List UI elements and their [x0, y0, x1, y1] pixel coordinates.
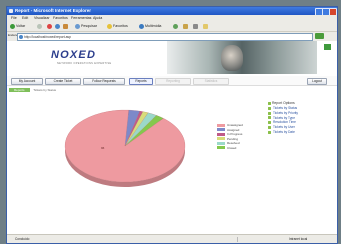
legend-swatch — [217, 137, 225, 141]
status-text: Concluído — [15, 237, 30, 241]
bullet-icon — [268, 106, 271, 110]
panel-icon — [268, 101, 271, 105]
legend-swatch — [217, 141, 225, 145]
go-button[interactable] — [315, 33, 324, 39]
breadcrumb-active[interactable]: Reports — [9, 88, 30, 92]
legend-label: Resolved — [227, 141, 240, 145]
legend-label: Pending — [227, 136, 239, 141]
refresh-button[interactable] — [55, 23, 60, 29]
folder-icon — [203, 23, 208, 29]
report-option-label: Tickets by User — [273, 125, 295, 130]
breadcrumb-sub: Tickets by Status — [33, 88, 57, 92]
edit-button[interactable] — [203, 23, 208, 29]
legend-label: Unassigned — [227, 123, 243, 127]
bullet-icon — [268, 125, 271, 129]
browser-window: Report - Microsoft Internet Explorer Fil… — [6, 6, 338, 244]
media-button[interactable]: Multimídia — [139, 23, 161, 29]
site-banner: NOXED NETWORK OPERATIONS EXPERTISE — [7, 41, 337, 74]
banner-photo — [167, 41, 317, 74]
page-content: NOXED NETWORK OPERATIONS EXPERTISE My Ac… — [7, 41, 337, 235]
stop-icon — [47, 23, 52, 29]
address-url: http://localhost/noxed/report.asp — [24, 34, 71, 39]
corner-accent — [324, 44, 331, 50]
page-icon — [19, 34, 23, 39]
mail-button[interactable] — [183, 23, 188, 29]
status-separator — [237, 236, 238, 242]
banner-photo-person — [221, 45, 243, 71]
legend-label: Assigned — [227, 127, 240, 132]
report-options-list: Tickets by Status Tickets by Priority Tick… — [268, 106, 330, 135]
legend-swatch — [217, 132, 225, 136]
menu-favorites[interactable]: Favoritos — [53, 16, 68, 20]
report-options-panel: Report Options Tickets by Status Tickets … — [268, 101, 330, 135]
main-nav: My Account Create Ticket Follow Requests… — [7, 76, 337, 86]
menu-tools[interactable]: Ferramentas — [71, 16, 91, 20]
status-bar: Concluído Intranet local — [7, 234, 337, 243]
pie-data-label: 96 — [101, 146, 105, 150]
site-tagline: NETWORK OPERATIONS EXPERTISE — [57, 62, 112, 65]
nav-reports[interactable]: Reports — [129, 77, 153, 85]
home-button[interactable] — [63, 23, 68, 29]
legend-swatch — [217, 146, 225, 150]
media-icon — [139, 23, 144, 29]
report-option-label: Tickets by Date — [273, 129, 295, 134]
breadcrumb: Reports Tickets by Status — [9, 88, 56, 93]
nav-disabled-2: Statistics — [193, 77, 229, 85]
stop-button[interactable] — [47, 23, 52, 29]
nav-disabled-1: Reporting — [155, 77, 191, 85]
history-icon — [173, 23, 178, 29]
legend-label: Closed — [227, 145, 237, 150]
report-option-label: Tickets by Type — [273, 115, 295, 120]
report-option-label: Tickets by Priority — [273, 110, 299, 115]
star-icon — [107, 23, 112, 29]
report-option-link[interactable]: Tickets by Date — [268, 130, 330, 135]
back-arrow-icon — [10, 23, 15, 29]
forward-arrow-icon — [37, 23, 42, 29]
menu-file[interactable]: File — [11, 16, 17, 20]
site-logo: NOXED — [51, 49, 97, 61]
menu-edit[interactable]: Edit — [22, 16, 28, 20]
pie-chart: 96 — [64, 109, 186, 187]
home-icon — [63, 23, 68, 29]
report-option-label: Resolution Time — [273, 120, 296, 125]
status-zone: Intranet local — [289, 237, 308, 241]
nav-logout[interactable]: Logout — [307, 77, 327, 85]
ie-icon — [9, 8, 13, 13]
search-icon — [75, 23, 80, 29]
legend-label: In Progress — [227, 132, 243, 136]
print-button[interactable] — [193, 23, 198, 29]
favorites-button[interactable]: Favoritos — [107, 23, 128, 29]
bullet-icon — [268, 111, 271, 115]
legend-swatch — [217, 128, 225, 132]
address-bar: Endereço http://localhost/noxed/report.a… — [7, 32, 337, 41]
window-title: Report - Microsoft Internet Explorer — [15, 8, 92, 13]
toolbar: Voltar Pesquisar Favoritos Multimídia — [7, 21, 337, 32]
legend-swatch — [217, 123, 225, 127]
nav-create-ticket[interactable]: Create Ticket — [45, 77, 81, 85]
menu-view[interactable]: Visualizar — [34, 16, 50, 20]
bullet-icon — [268, 121, 271, 125]
nav-my-account[interactable]: My Account — [11, 77, 43, 85]
search-button[interactable]: Pesquisar — [75, 23, 97, 29]
mail-icon — [183, 23, 188, 29]
address-input[interactable]: http://localhost/noxed/report.asp — [17, 33, 313, 41]
nav-follow-requests[interactable]: Follow Requests — [83, 77, 125, 85]
bullet-icon — [268, 116, 271, 120]
bullet-icon — [268, 130, 271, 134]
menu-help[interactable]: Ajuda — [93, 16, 102, 20]
back-button[interactable]: Voltar — [10, 23, 25, 29]
title-bar: Report - Microsoft Internet Explorer — [7, 7, 337, 16]
history-button[interactable] — [173, 23, 178, 29]
refresh-icon — [55, 23, 60, 29]
report-option-label: Tickets by Status — [273, 106, 298, 110]
forward-button[interactable] — [37, 23, 42, 29]
printer-icon — [193, 23, 198, 29]
pie-top — [64, 109, 186, 183]
